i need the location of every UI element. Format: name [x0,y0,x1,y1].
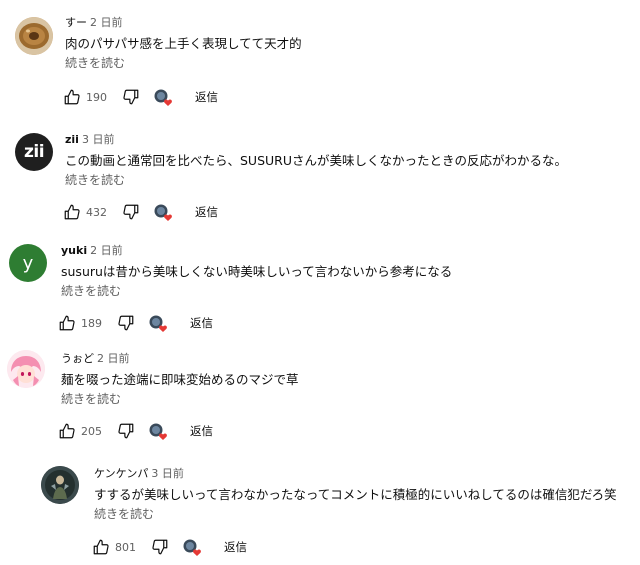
creator-heart-icon [148,313,170,333]
comment-author[interactable]: zii [65,133,79,146]
avatar-initials: y [22,252,34,274]
reply-button[interactable]: 返信 [195,204,218,220]
like-count: 190 [86,90,107,104]
like-icon[interactable] [91,537,111,557]
avatar-image-icon [15,17,53,55]
comment-text: この動画と通常回を比べたら、SUSURUさんが美味しくなかったときの反応がわかる… [65,153,568,168]
like-count: 432 [86,205,107,219]
like-count: 205 [81,424,102,438]
dislike-icon[interactable] [121,202,141,222]
avatar-image-icon [7,350,45,388]
comment-text: susuruは昔から美味しくない時美味しいって言わないから参考になる [61,264,453,279]
avatar-initials: zii [23,142,45,162]
read-more-link[interactable]: 続きを読む [94,506,617,522]
comment-text: 麺を啜った途端に即味変始めるのマジで草 [61,372,299,387]
like-icon[interactable] [57,421,77,441]
like-count: 801 [115,540,136,554]
comment-time[interactable]: 2 日前 [90,16,123,29]
comment-time[interactable]: 2 日前 [90,244,123,257]
dislike-icon[interactable] [150,537,170,557]
like-count: 189 [81,316,102,330]
creator-heart-icon [182,537,204,557]
read-more-link[interactable]: 続きを読む [61,283,452,299]
avatar[interactable]: zii [15,133,53,171]
avatar[interactable] [15,17,53,55]
comment-author[interactable]: うぉど [61,352,94,365]
avatar[interactable] [41,466,79,504]
comment-text: 肉のパサパサ感を上手く表現してて天才的 [65,36,302,51]
avatar[interactable] [7,350,45,388]
dislike-icon[interactable] [116,421,136,441]
reply-button[interactable]: 返信 [190,315,213,331]
reply-button[interactable]: 返信 [190,423,213,439]
comment-author[interactable]: yuki [61,244,87,257]
comment-time[interactable]: 2 日前 [97,352,130,365]
avatar[interactable]: y [9,244,47,282]
read-more-link[interactable]: 続きを読む [65,55,302,71]
comment-author[interactable]: ケンケンパ [94,467,148,480]
creator-heart-icon [148,421,170,441]
dislike-icon[interactable] [121,87,141,107]
like-icon[interactable] [62,87,82,107]
dislike-icon[interactable] [116,313,136,333]
read-more-link[interactable]: 続きを読む [65,172,567,188]
reply-button[interactable]: 返信 [195,89,218,105]
comment-time[interactable]: 3 日前 [82,133,115,146]
read-more-link[interactable]: 続きを読む [61,391,299,407]
reply-button[interactable]: 返信 [224,539,247,555]
comment-text: すするが美味しいって言わなかったなってコメントに積極的にいいねしてるのは確信犯だ… [94,487,617,502]
comment-time[interactable]: 3 日前 [151,467,184,480]
comment-author[interactable]: すー [65,16,87,29]
creator-heart-icon [153,202,175,222]
like-icon[interactable] [57,313,77,333]
avatar-image-icon [41,466,79,504]
like-icon[interactable] [62,202,82,222]
creator-heart-icon [153,87,175,107]
